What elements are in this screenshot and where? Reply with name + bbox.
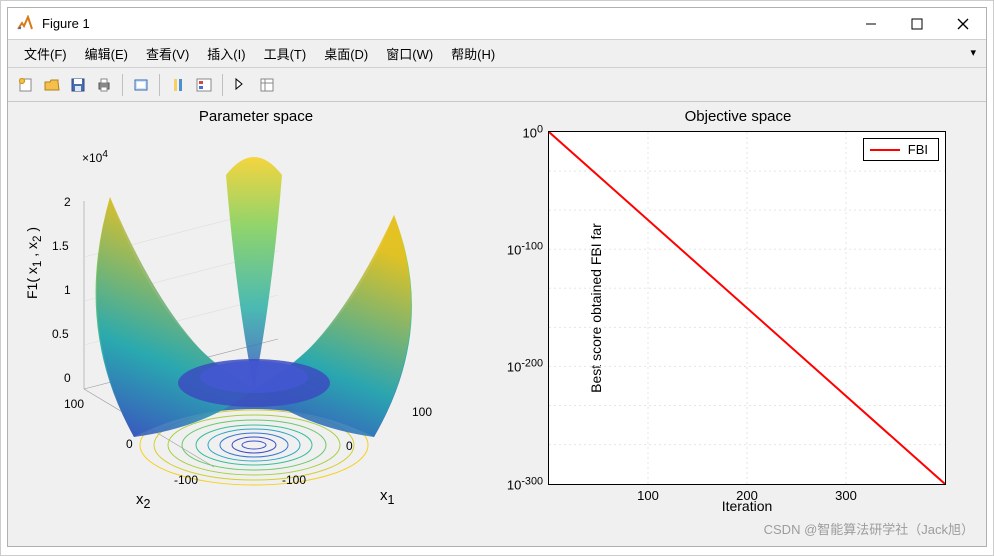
y-tick: 10-200 (507, 358, 549, 375)
x1-axis-label: x1 (380, 487, 394, 507)
y-tick: 0 (126, 437, 133, 451)
x-tick: 300 (835, 484, 857, 503)
new-figure-button[interactable] (14, 73, 38, 97)
axes-2d[interactable]: Best score obtained FBI far Iteration 10… (548, 131, 946, 485)
insert-legend-button[interactable] (192, 73, 216, 97)
toolbar (8, 68, 986, 102)
legend[interactable]: FBI (863, 138, 939, 161)
axes-3d[interactable]: ×104 F1( x1 , x2 ) 0 0.5 1 1.5 2 (18, 127, 494, 527)
menu-insert[interactable]: 插入(I) (199, 42, 253, 65)
watermark-text: CSDN @智能算法研学社（Jack旭） (764, 519, 974, 538)
menu-tools[interactable]: 工具(T) (256, 42, 315, 65)
menu-window[interactable]: 窗口(W) (378, 42, 441, 65)
figure-area: Parameter space ×104 F1( x1 , x2 ) 0 0.5… (8, 102, 986, 546)
x-tick: -100 (282, 473, 306, 487)
y-tick: -100 (174, 473, 198, 487)
x-tick: 0 (346, 439, 353, 453)
right-plot-title: Objective space (500, 108, 976, 125)
open-button[interactable] (40, 73, 64, 97)
menubar: 文件(F) 编辑(E) 查看(V) 插入(I) 工具(T) 桌面(D) 窗口(W… (8, 40, 986, 68)
convergence-line-svg (549, 132, 945, 484)
menu-help[interactable]: 帮助(H) (443, 42, 503, 65)
surface-svg (18, 127, 478, 527)
x2-axis-label: x2 (136, 491, 150, 511)
menu-desktop[interactable]: 桌面(D) (316, 42, 376, 65)
edit-plot-button[interactable] (229, 73, 253, 97)
save-button[interactable] (66, 73, 90, 97)
y-tick: 10-300 (507, 475, 549, 492)
menu-view[interactable]: 查看(V) (138, 42, 197, 65)
open-property-button[interactable] (255, 73, 279, 97)
figure-window: Figure 1 文件(F) 编辑(E) 查看(V) 插入(I) 工具(T) 桌… (7, 7, 987, 547)
x-tick: 100 (637, 484, 659, 503)
matlab-icon (16, 15, 34, 33)
window-title: Figure 1 (42, 16, 848, 31)
objective-space-subplot: Objective space Best score obtained FBI … (500, 108, 976, 536)
print-button[interactable] (92, 73, 116, 97)
y-tick: 100 (64, 397, 84, 411)
minimize-button[interactable] (848, 8, 894, 39)
left-plot-title: Parameter space (18, 108, 494, 125)
insert-colorbar-button[interactable] (166, 73, 190, 97)
menu-file[interactable]: 文件(F) (16, 42, 75, 65)
legend-line-icon (870, 149, 900, 151)
x-tick: 100 (412, 405, 432, 419)
y-tick: 10-100 (507, 241, 549, 258)
maximize-button[interactable] (894, 8, 940, 39)
y-tick: 100 (523, 123, 550, 140)
menu-edit[interactable]: 编辑(E) (77, 42, 136, 65)
menu-overflow-icon[interactable]: ▾ (970, 46, 976, 59)
close-button[interactable] (940, 8, 986, 39)
titlebar: Figure 1 (8, 8, 986, 40)
x-tick: 200 (736, 484, 758, 503)
parameter-space-subplot: Parameter space ×104 F1( x1 , x2 ) 0 0.5… (18, 108, 494, 536)
link-plot-button[interactable] (129, 73, 153, 97)
legend-label: FBI (908, 142, 928, 157)
